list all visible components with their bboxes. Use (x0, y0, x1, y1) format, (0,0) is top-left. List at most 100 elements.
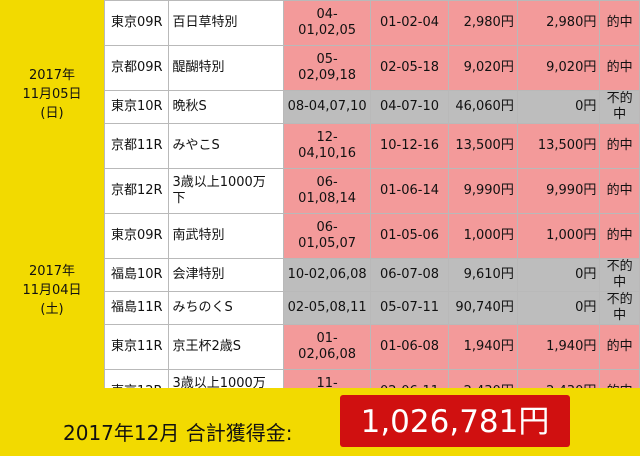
race-cell: 東京09R (103, 0, 170, 46)
race-cell: 京都11R (103, 123, 170, 169)
combination-cell-line: 02,06,08 (298, 347, 357, 362)
combination-cell: 12- 04,10,16 (283, 123, 371, 169)
result-cell: 不的中 (599, 258, 640, 292)
table-row: 東京09R 百日草特別 04- 01,02,05 01-02-04 2,980円 2,980… (103, 0, 640, 46)
date-year: 2017年 (28, 264, 76, 279)
payout-cell: 0円 (516, 258, 601, 292)
bet-amount-cell: 9,990円 (448, 168, 518, 214)
race-name-cell: 3歳以上1000万下 (168, 168, 285, 214)
payout-cell: 1,940円 (516, 324, 601, 370)
race-name-cell-line: みちのくS (172, 300, 233, 315)
table-row: 京都09R 醍醐特別 05- 02,09,18 02-05-18 9,020円 9,020円… (103, 45, 640, 91)
race-name-cell-line: 醍醐特別 (172, 60, 225, 75)
bet-cell: 01-02-04 (369, 0, 450, 46)
bet-amount-cell: 13,500円 (448, 123, 518, 169)
race-name-cell: みやこS (168, 123, 285, 169)
payout-cell: 13,500円 (516, 123, 601, 169)
race-name-cell-line: 南武特別 (172, 228, 225, 243)
monthly-total-label: 2017年12月 合計獲得金: (63, 421, 293, 445)
result-cell: 的中 (599, 324, 640, 370)
race-cell: 京都12R (103, 168, 170, 214)
result-cell: 的中 (599, 168, 640, 214)
race-name-cell-line: 百日草特別 (172, 15, 238, 30)
race-cell: 東京09R (103, 213, 170, 259)
race-name-cell: 京王杯2歳S (168, 324, 285, 370)
total-amount: 1,026,781円 (360, 404, 550, 440)
table-row: 福島11R みちのくS 02-05,08,11 05-07-11 90,740円 0円 不的… (103, 291, 640, 325)
bet-amount-cell: 9,610円 (448, 258, 518, 292)
combination-cell: 02-05,08,11 (283, 291, 371, 325)
results-panel: 2017年 11月05日 (日) 2017年 11月04日 (土) 東京09R 百… (0, 0, 640, 456)
table-row: 福島10R 会津特別 10-02,06,08 06-07-08 9,610円 0円 不的中 (103, 258, 640, 292)
race-name-cell: 醍醐特別 (168, 45, 285, 91)
race-name-cell-line: 会津特別 (172, 267, 225, 282)
combination-cell-line: 05- (316, 52, 338, 67)
result-cell: 不的中 (599, 291, 640, 325)
bet-amount-cell: 1,940円 (448, 324, 518, 370)
payout-cell: 9,990円 (516, 168, 601, 214)
bet-cell: 06-07-08 (369, 258, 450, 292)
bet-cell: 10-12-16 (369, 123, 450, 169)
table-row: 東京11R 京王杯2歳S 01- 02,06,08 01-06-08 1,940円 1,94… (103, 324, 640, 370)
combination-cell-line: 01,02,05 (298, 23, 357, 38)
race-name-cell: 晩秋S (168, 90, 285, 124)
table-row: 東京10R 晩秋S 08-04,07,10 04-07-10 46,060円 0円 不的中 (103, 90, 640, 124)
payout-cell: 9,020円 (516, 45, 601, 91)
table-row: 京都11R みやこS 12- 04,10,16 10-12-16 13,500円 13,50… (103, 123, 640, 169)
race-name-cell-line: 晩秋S (172, 99, 207, 114)
race-name-cell: 会津特別 (168, 258, 285, 292)
date-column (0, 0, 104, 388)
bet-cell: 05-07-11 (369, 291, 450, 325)
result-cell: 的中 (599, 213, 640, 259)
race-name-cell: 百日草特別 (168, 0, 285, 46)
results-table: 東京09R 百日草特別 04- 01,02,05 01-02-04 2,980円 2,980… (103, 0, 640, 415)
payout-cell: 1,000円 (516, 213, 601, 259)
race-cell: 東京11R (103, 324, 170, 370)
combination-cell-line: 01,08,14 (298, 191, 357, 206)
race-cell: 福島10R (103, 258, 170, 292)
combination-cell-line: 10-02,06,08 (287, 267, 367, 282)
table-row: 東京09R 南武特別 06- 01,05,07 01-05-06 1,000円 1,000円… (103, 213, 640, 259)
race-cell: 福島11R (103, 291, 170, 325)
bet-cell: 01-06-14 (369, 168, 450, 214)
date-day: 11月04日 (22, 283, 82, 298)
payout-cell: 2,980円 (516, 0, 601, 46)
race-name-cell-line: 3歳以上1000万 (172, 175, 266, 190)
bet-cell: 01-05-06 (369, 213, 450, 259)
bet-amount-cell: 1,000円 (448, 213, 518, 259)
combination-cell: 01- 02,06,08 (283, 324, 371, 370)
result-cell: 的中 (599, 45, 640, 91)
combination-cell-line: 04- (316, 7, 338, 22)
combination-cell-line: 01- (316, 331, 338, 346)
combination-cell-line: 12- (316, 130, 338, 145)
combination-cell-line: 02,09,18 (298, 68, 357, 83)
payout-cell: 0円 (516, 291, 601, 325)
combination-cell: 06- 01,08,14 (283, 168, 371, 214)
race-name-cell-line: みやこS (172, 138, 220, 153)
combination-cell: 10-02,06,08 (283, 258, 371, 292)
combination-cell-line: 04,10,16 (298, 146, 357, 161)
result-cell: 不的中 (599, 90, 640, 124)
results-body: 東京09R 百日草特別 04- 01,02,05 01-02-04 2,980円 2,980… (103, 0, 640, 415)
bet-amount-cell: 46,060円 (448, 90, 518, 124)
race-name-cell-line: 下 (172, 191, 186, 206)
result-cell: 的中 (599, 123, 640, 169)
combination-cell-line: 06- (316, 220, 338, 235)
bet-amount-cell: 90,740円 (448, 291, 518, 325)
bet-amount-cell: 9,020円 (448, 45, 518, 91)
race-cell: 京都09R (103, 45, 170, 91)
combination-cell-line: 01,05,07 (298, 236, 357, 251)
result-cell: 的中 (599, 0, 640, 46)
race-cell: 東京10R (103, 90, 170, 124)
combination-cell: 06- 01,05,07 (283, 213, 371, 259)
combination-cell-line: 06- (316, 175, 338, 190)
combination-cell: 04- 01,02,05 (283, 0, 371, 46)
race-name-cell: 南武特別 (168, 213, 285, 259)
date-weekday: (日) (40, 106, 64, 121)
combination-cell-line: 02-05,08,11 (287, 300, 367, 315)
race-name-cell: みちのくS (168, 291, 285, 325)
bet-amount-cell: 2,980円 (448, 0, 518, 46)
bet-cell: 01-06-08 (369, 324, 450, 370)
date-label-1104: 2017年 11月04日 (土) (0, 262, 104, 319)
date-weekday: (土) (40, 302, 64, 317)
